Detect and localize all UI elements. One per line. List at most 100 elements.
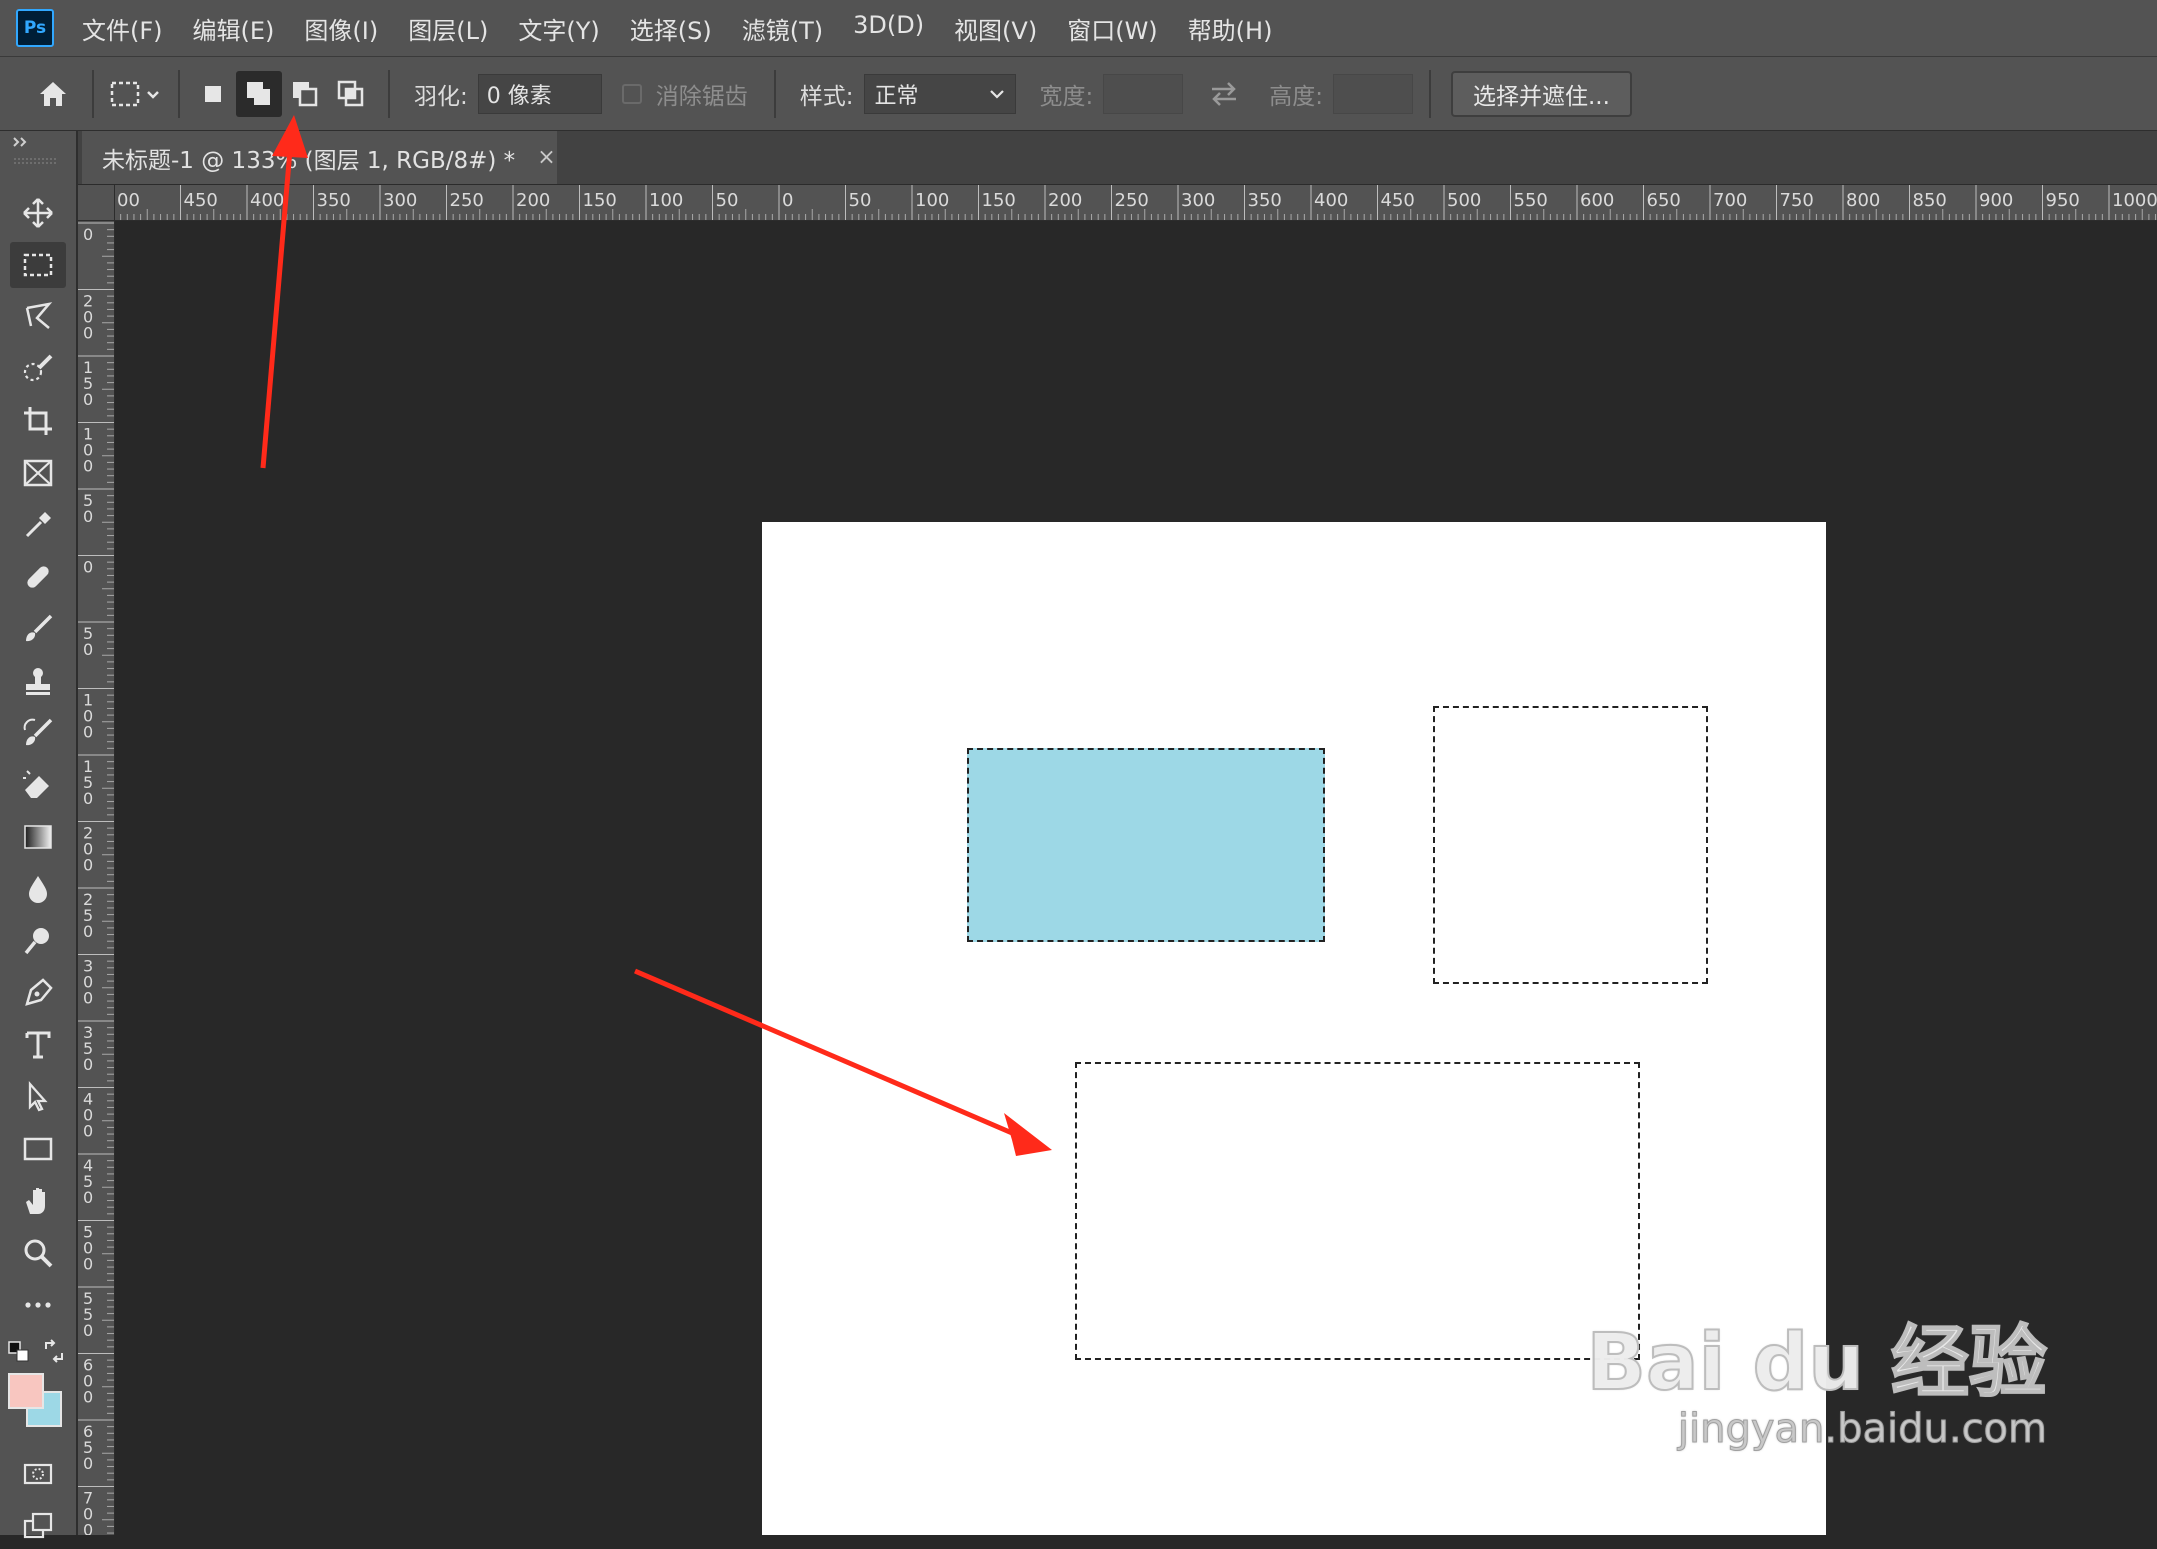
close-tab-icon[interactable]: × — [537, 145, 555, 170]
ruler-label: 0 — [83, 1388, 93, 1407]
rectangle-selection-bottom[interactable] — [1075, 1062, 1640, 1360]
ruler-label: 1000 — [2112, 190, 2157, 211]
brush-tool-icon[interactable] — [10, 606, 66, 652]
ruler-label: 0 — [83, 390, 93, 409]
rectangle-selection-right[interactable] — [1433, 706, 1708, 984]
blur-tool-icon[interactable] — [10, 866, 66, 912]
quick-mask-icon[interactable] — [10, 1451, 66, 1497]
ruler-label: 0 — [83, 789, 93, 808]
separator — [773, 69, 776, 118]
ruler-label: 600 — [1580, 190, 1614, 211]
select-and-mask-button[interactable]: 选择并遮住... — [1451, 70, 1632, 117]
default-colors-icon[interactable] — [8, 1341, 30, 1363]
ruler-label: 150 — [583, 190, 617, 211]
menu-image[interactable]: 图像(I) — [290, 5, 392, 52]
clone-stamp-tool-icon[interactable] — [10, 658, 66, 704]
ruler-label: 900 — [1979, 190, 2013, 211]
crop-tool-icon[interactable] — [10, 398, 66, 444]
ruler-label: 0 — [83, 989, 93, 1008]
pen-tool-icon[interactable] — [10, 970, 66, 1016]
ruler-origin[interactable] — [78, 185, 115, 221]
watermark-logo-text: Bai du 经验 — [1586, 1317, 2048, 1409]
ruler-label: 800 — [1846, 190, 1880, 211]
menu-bar: Ps 文件(F) 编辑(E) 图像(I) 图层(L) 文字(Y) 选择(S) 滤… — [0, 0, 2157, 57]
marquee-preset-picker[interactable] — [104, 71, 168, 117]
menu-help[interactable]: 帮助(H) — [1174, 5, 1287, 52]
menu-file[interactable]: 文件(F) — [68, 5, 177, 52]
menu-3d[interactable]: 3D(D) — [839, 5, 938, 52]
separator — [1429, 69, 1431, 118]
horizontal-ruler[interactable]: 00 450 400 350 300 250 200 150 100 50 0 50 100 150 200… — [78, 185, 2157, 221]
style-select[interactable]: 正常 — [863, 73, 1016, 114]
move-tool-icon[interactable] — [10, 190, 66, 236]
ruler-label: 500 — [1447, 190, 1481, 211]
ruler-label: 200 — [516, 190, 550, 211]
menu-select[interactable]: 选择(S) — [616, 5, 726, 52]
swap-dimensions-icon[interactable] — [1201, 71, 1247, 117]
width-label: 宽度: — [1039, 83, 1094, 110]
panel-grip-icon[interactable] — [14, 157, 58, 165]
width-input[interactable] — [1103, 73, 1184, 114]
healing-brush-tool-icon[interactable] — [10, 554, 66, 600]
gradient-tool-icon[interactable] — [10, 814, 66, 860]
ruler-label: 650 — [1647, 190, 1681, 211]
dodge-tool-icon[interactable] — [10, 918, 66, 964]
document-tab-title: 未标题-1 @ 133% (图层 1, RGB/8#) * — [102, 147, 516, 174]
intersect-selection-icon[interactable] — [328, 71, 374, 117]
feather-input[interactable]: 0 像素 — [477, 73, 602, 114]
lasso-tool-icon[interactable] — [10, 294, 66, 340]
ruler-label: 0 — [83, 1255, 93, 1274]
quick-selection-tool-icon[interactable] — [10, 346, 66, 392]
ruler-label: 300 — [1181, 190, 1215, 211]
hand-tool-icon[interactable] — [10, 1178, 66, 1224]
tools-panel — [0, 131, 78, 1539]
antialias-checkbox[interactable] — [621, 83, 642, 104]
ruler-label: 850 — [1913, 190, 1947, 211]
path-selection-tool-icon[interactable] — [10, 1074, 66, 1120]
foreground-color-swatch[interactable] — [8, 1373, 44, 1409]
rectangle-tool-icon[interactable] — [10, 1126, 66, 1172]
ruler-label: 0 — [83, 1521, 93, 1536]
ruler-label: 450 — [1381, 190, 1415, 211]
history-brush-tool-icon[interactable] — [10, 710, 66, 756]
eyedropper-tool-icon[interactable] — [10, 502, 66, 548]
swap-colors-icon[interactable] — [42, 1339, 66, 1363]
eraser-tool-icon[interactable] — [10, 762, 66, 808]
menu-layer[interactable]: 图层(L) — [394, 5, 502, 52]
subtract-from-selection-icon[interactable] — [282, 71, 328, 117]
menu-view[interactable]: 视图(V) — [940, 5, 1051, 52]
menu-filter[interactable]: 滤镜(T) — [728, 5, 837, 52]
home-icon[interactable] — [30, 71, 76, 117]
screen-mode-icon[interactable] — [10, 1503, 66, 1549]
ruler-label: 0 — [83, 1321, 93, 1340]
ruler-label: 450 — [184, 190, 218, 211]
rectangular-marquee-tool-icon[interactable] — [10, 242, 66, 288]
ruler-label: 350 — [317, 190, 351, 211]
menu-edit[interactable]: 编辑(E) — [179, 5, 289, 52]
watermark-url: jingyan.baidu.com — [1677, 1406, 2047, 1453]
filled-rectangle-selection[interactable] — [967, 748, 1325, 942]
menu-window[interactable]: 窗口(W) — [1053, 5, 1171, 52]
horizontal-ruler-scale: 00 450 400 350 300 250 200 150 100 50 0 50 100 150 200… — [113, 185, 2157, 220]
document-tab[interactable]: 未标题-1 @ 133% (图层 1, RGB/8#) * × — [82, 131, 557, 184]
more-tools-icon[interactable] — [10, 1282, 66, 1328]
new-selection-icon[interactable] — [190, 71, 236, 117]
vertical-ruler[interactable]: 0200150100500501001502002503003504004505… — [78, 221, 115, 1535]
frame-tool-icon[interactable] — [10, 450, 66, 496]
ruler-label: 50 — [849, 190, 872, 211]
ruler-label: 550 — [1514, 190, 1548, 211]
ruler-label: 0 — [83, 457, 93, 476]
height-input[interactable] — [1333, 73, 1413, 114]
zoom-tool-icon[interactable] — [10, 1230, 66, 1276]
type-tool-icon[interactable] — [10, 1022, 66, 1068]
ruler-label: 250 — [450, 190, 484, 211]
add-to-selection-icon[interactable] — [236, 70, 282, 117]
ruler-label: 0 — [83, 1454, 93, 1473]
ruler-label: 350 — [1248, 190, 1282, 211]
style-label: 样式: — [799, 83, 854, 110]
menu-list: 文件(F) 编辑(E) 图像(I) 图层(L) 文字(Y) 选择(S) 滤镜(T… — [68, 5, 1286, 52]
menu-type[interactable]: 文字(Y) — [504, 5, 613, 52]
panel-collapse-icon[interactable] — [12, 135, 32, 149]
ruler-label: 0 — [83, 1188, 93, 1207]
document-tab-bar: 未标题-1 @ 133% (图层 1, RGB/8#) * × — [78, 131, 2157, 185]
